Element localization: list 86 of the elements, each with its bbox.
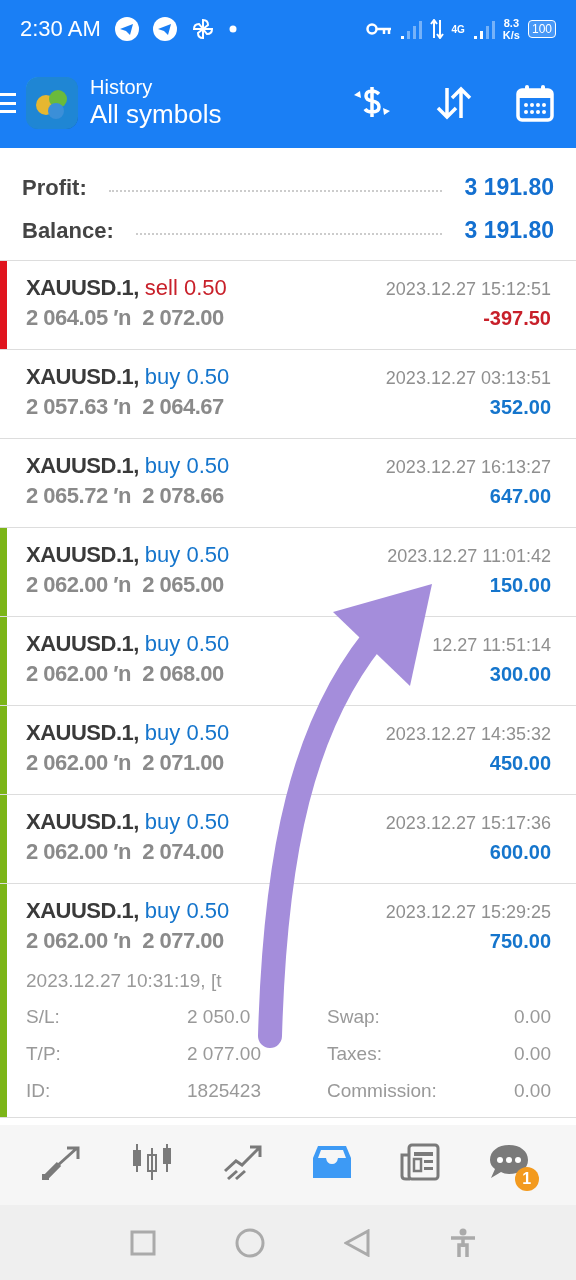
deal-prices: 2 062.00 ′n 2 068.00 (26, 661, 224, 687)
detail-label: S/L: (26, 1005, 61, 1029)
detail-value: 0.00 (514, 1042, 551, 1066)
deal-profit: 150.00 (489, 574, 551, 597)
deal-time: 2023.12.27 03:13:51 (385, 368, 551, 389)
deal-profit: 647.00 (489, 485, 551, 508)
deal-symbol: XAUUSD.1, (26, 720, 139, 746)
detail-label: ID: (26, 1079, 52, 1103)
deal-symbol: XAUUSD.1, (26, 275, 139, 301)
deal-order: sell 0.50 (144, 275, 227, 301)
signal-icon (399, 19, 422, 39)
deal-time: 2023.12.27 15:12:51 (385, 279, 551, 300)
dot-icon (228, 25, 237, 33)
deal-symbol: XAUUSD.1, (26, 364, 139, 390)
deal-profit: 450.00 (489, 752, 551, 775)
inbox-icon (312, 1144, 353, 1180)
notification-badge: 1 (514, 1167, 539, 1191)
detail-label: Taxes: (326, 1042, 383, 1066)
trend-icon (221, 1143, 264, 1181)
pinwheel-icon (190, 17, 215, 41)
recents-icon[interactable] (129, 1229, 156, 1256)
deal-profit: -397.50 (483, 307, 551, 330)
signal-icon (472, 19, 495, 39)
deal-time: 12.27 11:51:14 (432, 635, 551, 656)
candlestick-icon (131, 1142, 174, 1182)
key-icon (365, 23, 392, 35)
detail-value: 2 050.0 (187, 1005, 252, 1029)
network-type: 4G (451, 23, 465, 35)
deal-order: buy 0.50 (144, 809, 230, 835)
deal-symbol: XAUUSD.1, (26, 631, 139, 657)
deal-profit: 600.00 (489, 841, 551, 864)
detail-label: Commission: (326, 1079, 438, 1103)
summary-value: 3 191.80 (464, 174, 554, 201)
detail-label: Swap: (326, 1005, 381, 1029)
speed-unit: K/s (502, 29, 520, 41)
deal-time: 2023.12.27 11:01:42 (387, 546, 551, 567)
deal-symbol: XAUUSD.1, (26, 542, 139, 568)
deal-prices: 2 062.00 ′n 2 065.00 (26, 572, 224, 598)
data-arrows-icon (429, 19, 444, 39)
deal-profit: 750.00 (489, 930, 551, 953)
deal-order: buy 0.50 (144, 542, 230, 568)
deal-symbol: XAUUSD.1, (26, 898, 139, 924)
header-title[interactable]: All symbols (90, 99, 222, 130)
calendar-icon[interactable] (516, 84, 554, 122)
deal-time: 2023.12.27 14:35:32 (385, 724, 551, 745)
deal-prices: 2 062.00 ′n 2 074.00 (26, 839, 224, 865)
deal-symbol: XAUUSD.1, (26, 453, 139, 479)
speed-value: 8.3 (503, 17, 520, 29)
deal-order: buy 0.50 (144, 631, 230, 657)
accessibility-icon[interactable] (448, 1227, 477, 1258)
detail-value: 2 077.00 (187, 1042, 262, 1066)
home-icon[interactable] (234, 1227, 265, 1258)
deal-prices: 2 062.00 ′n 2 071.00 (26, 750, 224, 776)
newspaper-icon (400, 1143, 441, 1181)
deal-profit: 300.00 (489, 663, 551, 686)
summary-label: Profit: (22, 174, 87, 201)
deal-order: buy 0.50 (144, 364, 230, 390)
header-subtitle: History (90, 76, 154, 99)
deal-time: 2023.12.27 15:17:36 (385, 813, 551, 834)
deal-profit: 352.00 (489, 396, 551, 419)
deal-time: 2023.12.27 15:29:25 (385, 902, 551, 923)
battery-level: 100 (527, 20, 556, 38)
summary-value: 3 191.80 (464, 217, 554, 244)
detail-value: 0.00 (514, 1005, 551, 1029)
telegram-icon (114, 17, 139, 41)
deal-prices: 2 064.05 ′n 2 072.00 (26, 305, 224, 331)
deal-symbol: XAUUSD.1, (26, 809, 139, 835)
sort-icon[interactable] (436, 86, 472, 120)
deal-time: 2023.12.27 16:13:27 (385, 457, 551, 478)
deal-prices: 2 065.72 ′n 2 078.66 (26, 483, 224, 509)
deal-order: buy 0.50 (144, 720, 230, 746)
deal-open-info: 2023.12.27 10:31:19, [t (26, 969, 223, 993)
deal-order: buy 0.50 (144, 898, 230, 924)
deal-order: buy 0.50 (144, 453, 230, 479)
telegram-icon (152, 17, 177, 41)
summary-label: Balance: (22, 217, 114, 244)
back-icon[interactable] (343, 1228, 370, 1257)
menu-icon[interactable] (0, 93, 16, 113)
app-logo-icon (26, 77, 78, 129)
detail-value: 1825423 (187, 1079, 262, 1103)
deal-prices: 2 062.00 ′n 2 077.00 (26, 928, 224, 954)
status-time: 2:30 AM (20, 16, 101, 42)
deal-prices: 2 057.63 ′n 2 064.67 (26, 394, 224, 420)
nav-tab[interactable]: 1 (484, 1139, 539, 1191)
detail-label: T/P: (26, 1042, 62, 1066)
detail-value: 0.00 (514, 1079, 551, 1103)
